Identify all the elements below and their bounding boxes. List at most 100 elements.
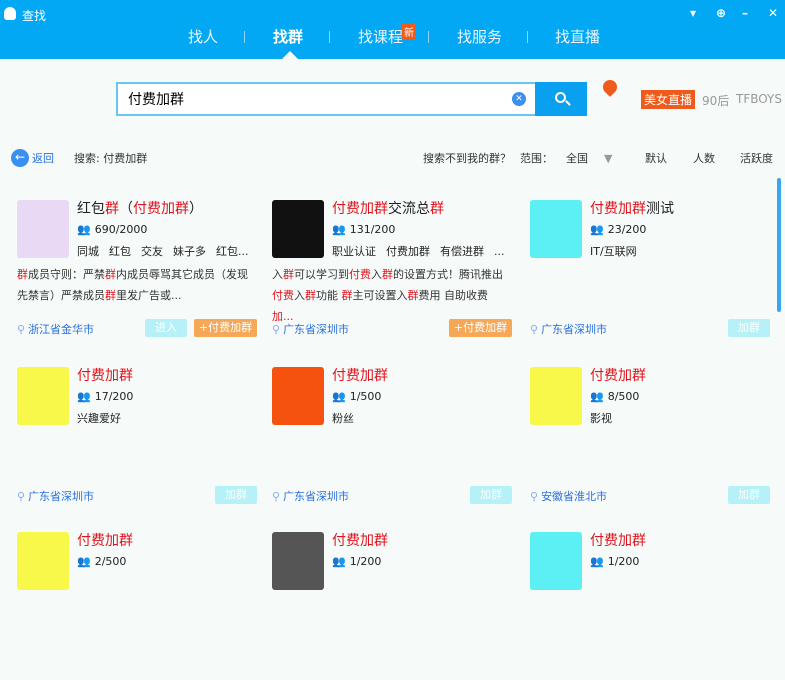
group-title[interactable]: 付费加群 bbox=[332, 530, 388, 550]
group-tag: 影视 bbox=[590, 412, 612, 425]
location-text: 浙江省金华市 bbox=[28, 323, 95, 336]
text-segment: 交流总 bbox=[388, 201, 430, 217]
group-title[interactable]: 付费加群 bbox=[590, 365, 646, 385]
text-segment: 里发广告或... bbox=[116, 289, 182, 302]
text-segment: （ bbox=[119, 201, 133, 217]
scope-select[interactable]: 全国 ▼ bbox=[566, 150, 612, 166]
group-avatar[interactable] bbox=[17, 200, 69, 258]
scope-label: 范围： bbox=[520, 152, 553, 165]
group-tag: 粉丝 bbox=[332, 412, 354, 425]
group-tag: 兴趣爱好 bbox=[77, 412, 121, 425]
group-tags: 粉丝 bbox=[332, 410, 364, 426]
group-title[interactable]: 付费加群 bbox=[77, 530, 133, 550]
group-avatar[interactable] bbox=[272, 200, 324, 258]
location-text: 广东省深圳市 bbox=[283, 490, 350, 503]
feedback-icon[interactable]: ▾ bbox=[690, 6, 696, 20]
text-segment: 群 bbox=[430, 201, 444, 217]
sort-members[interactable]: 人数 bbox=[693, 150, 715, 166]
group-location: ⚲ 广东省深圳市 bbox=[530, 321, 607, 337]
group-title[interactable]: 付费加群测试 bbox=[590, 198, 674, 218]
member-count-value: 17/200 bbox=[94, 390, 134, 403]
not-found-link[interactable]: 搜索不到我的群？ bbox=[423, 150, 511, 166]
enter-group-button[interactable]: 进入 bbox=[145, 319, 187, 337]
group-avatar[interactable] bbox=[272, 532, 324, 590]
paid-join-button[interactable]: +付费加群 bbox=[449, 319, 512, 337]
text-segment: 主可设置入 bbox=[352, 289, 408, 302]
search-input[interactable] bbox=[128, 91, 508, 107]
member-count-value: 23/200 bbox=[607, 223, 647, 236]
location-pin-icon[interactable] bbox=[600, 77, 620, 97]
group-card[interactable]: 付费加群 👥 1/200 bbox=[272, 530, 512, 680]
hot-search-link[interactable]: TFBOYS bbox=[736, 92, 782, 106]
scrollbar[interactable] bbox=[777, 178, 781, 312]
text-segment: 群 bbox=[105, 201, 119, 217]
members-icon: 👥 bbox=[332, 223, 346, 236]
back-link[interactable]: 返回 bbox=[32, 150, 54, 166]
group-card[interactable]: 付费加群 👥 2/500 bbox=[17, 530, 257, 680]
text-segment: 群 bbox=[407, 289, 419, 302]
text-segment: 付费加群 bbox=[77, 533, 133, 549]
member-count: 👥 23/200 bbox=[590, 223, 646, 236]
location-pin-icon: ⚲ bbox=[530, 323, 539, 336]
text-segment: 付费加群 bbox=[332, 368, 388, 384]
group-location: ⚲ 广东省深圳市 bbox=[272, 488, 349, 504]
close-button[interactable]: ✕ bbox=[768, 6, 778, 20]
hot-search-link[interactable]: 90后 bbox=[702, 92, 729, 109]
active-tab-indicator bbox=[282, 51, 298, 59]
member-count-value: 8/500 bbox=[607, 390, 640, 403]
tab-label: 找课程 bbox=[358, 28, 404, 46]
tab-find-services[interactable]: 找服务 bbox=[457, 26, 502, 47]
member-count: 👥 690/2000 bbox=[77, 223, 147, 236]
group-avatar[interactable] bbox=[530, 200, 582, 258]
sort-activity[interactable]: 活跃度 bbox=[740, 150, 773, 166]
pin-icon[interactable]: ⊕ bbox=[716, 6, 726, 20]
text-segment: 付费加群 bbox=[590, 201, 646, 217]
group-title[interactable]: 付费加群 bbox=[590, 530, 646, 550]
sort-default[interactable]: 默认 bbox=[645, 150, 667, 166]
group-avatar[interactable] bbox=[530, 367, 582, 425]
group-title[interactable]: 付费加群交流总群 bbox=[332, 198, 444, 218]
group-card[interactable]: 付费加群 👥 17/200 兴趣爱好 ⚲ 广东省深圳市 加群 bbox=[17, 365, 257, 515]
text-segment: 付费加群 bbox=[77, 368, 133, 384]
location-text: 安徽省淮北市 bbox=[541, 490, 608, 503]
group-card[interactable]: 付费加群 👥 8/500 影视 ⚲ 安徽省淮北市 加群 bbox=[530, 365, 770, 515]
member-count-value: 2/500 bbox=[94, 555, 127, 568]
join-group-button[interactable]: 加群 bbox=[470, 486, 512, 504]
group-card[interactable]: 红包群（付费加群） 👥 690/2000 同城 红包 交友 妹子多 红包... 群成员守则：严禁… bbox=[17, 198, 257, 348]
group-tags: IT/互联网 bbox=[590, 243, 647, 259]
text-segment: 入 bbox=[272, 268, 283, 281]
group-title[interactable]: 付费加群 bbox=[332, 365, 388, 385]
group-card[interactable]: 付费加群测试 👥 23/200 IT/互联网 ⚲ 广东省深圳市 加群 bbox=[530, 198, 770, 348]
join-group-button[interactable]: 加群 bbox=[215, 486, 257, 504]
members-icon: 👥 bbox=[77, 223, 91, 236]
text-segment: 费用 自助收费 bbox=[418, 289, 489, 302]
paid-join-button[interactable]: +付费加群 bbox=[194, 319, 257, 337]
group-card[interactable]: 付费加群交流总群 👥 131/200 职业认证 付费加群 有偿进群... 入群可以学习到付费… bbox=[272, 198, 512, 348]
group-title[interactable]: 付费加群 bbox=[77, 365, 133, 385]
location-text: 广东省深圳市 bbox=[28, 490, 95, 503]
back-arrow-icon[interactable]: ← bbox=[11, 149, 29, 167]
clear-icon[interactable]: ✕ bbox=[512, 92, 526, 106]
group-avatar[interactable] bbox=[17, 367, 69, 425]
group-avatar[interactable] bbox=[530, 532, 582, 590]
hot-search-tag[interactable]: 美女直播 bbox=[641, 90, 696, 109]
text-segment: 群 bbox=[341, 289, 353, 302]
text-segment: 红包 bbox=[77, 201, 105, 217]
group-card[interactable]: 付费加群 👥 1/200 bbox=[530, 530, 770, 680]
group-avatar[interactable] bbox=[272, 367, 324, 425]
member-count: 👥 17/200 bbox=[77, 390, 133, 403]
tab-find-people[interactable]: 找人 bbox=[188, 26, 218, 47]
search-button[interactable] bbox=[535, 82, 587, 116]
group-title[interactable]: 红包群（付费加群） bbox=[77, 198, 203, 218]
group-location: ⚲ 广东省深圳市 bbox=[272, 321, 349, 337]
tab-find-live[interactable]: 找直播 bbox=[555, 26, 600, 47]
tab-find-courses[interactable]: 找课程新 bbox=[358, 24, 416, 47]
location-pin-icon: ⚲ bbox=[530, 490, 539, 503]
join-group-button[interactable]: 加群 bbox=[728, 486, 770, 504]
group-card[interactable]: 付费加群 👥 1/500 粉丝 ⚲ 广东省深圳市 加群 bbox=[272, 365, 512, 515]
tab-find-groups[interactable]: 找群 bbox=[273, 26, 303, 47]
join-group-button[interactable]: 加群 bbox=[728, 319, 770, 337]
group-tags: 影视 bbox=[590, 410, 622, 426]
minimize-button[interactable]: – bbox=[742, 6, 748, 20]
group-avatar[interactable] bbox=[17, 532, 69, 590]
